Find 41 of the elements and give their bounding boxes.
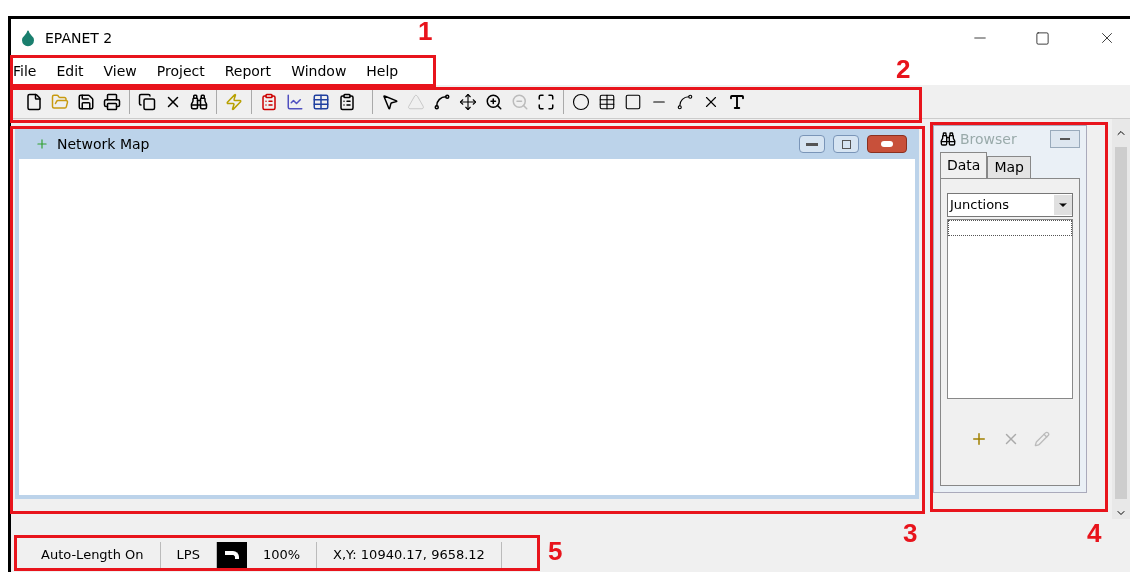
map-window-title: Network Map: [57, 134, 150, 154]
binoculars-icon: [940, 131, 956, 147]
menu-item[interactable]: Edit: [56, 60, 84, 82]
callout-number: 2: [896, 56, 911, 82]
text-tool-icon[interactable]: [728, 92, 746, 111]
menu-item[interactable]: View: [103, 60, 137, 82]
status-field: Auto-Length On: [25, 542, 161, 568]
item-list[interactable]: [947, 219, 1073, 399]
app-logo-icon: [19, 29, 37, 47]
callout-number: 5: [548, 538, 563, 564]
menu-item[interactable]: Project: [156, 60, 205, 82]
minimize-button[interactable]: [799, 135, 825, 153]
tab[interactable]: Data: [940, 152, 988, 178]
new-file-icon[interactable]: [25, 92, 43, 111]
tab[interactable]: Map: [987, 156, 1031, 178]
status-field: LPS: [160, 542, 217, 568]
scrollbar-thumb[interactable]: [1115, 147, 1127, 499]
menu-item[interactable]: Window: [291, 60, 347, 82]
dropdown[interactable]: Junctions: [947, 193, 1073, 217]
browser-title: Browser: [960, 129, 1017, 149]
restore-button[interactable]: [833, 135, 859, 153]
window-title: EPANET 2: [45, 28, 113, 48]
save-icon[interactable]: [77, 92, 95, 111]
menu-item[interactable]: Help: [366, 60, 399, 82]
menu-item[interactable]: File: [13, 60, 37, 82]
zoom-in-icon[interactable]: [485, 92, 503, 111]
graph-icon[interactable]: [286, 92, 304, 111]
callout-number: 4: [1087, 520, 1102, 546]
menu-item[interactable]: Report: [224, 60, 272, 82]
callout-number: 1: [418, 18, 433, 44]
callout-number: 3: [903, 520, 918, 546]
print-icon[interactable]: [103, 92, 121, 111]
pointer-icon[interactable]: [381, 92, 399, 111]
copy-icon[interactable]: [138, 92, 156, 111]
pan-icon[interactable]: [459, 92, 477, 111]
binoculars-icon[interactable]: [190, 92, 208, 111]
full-extent-icon[interactable]: [537, 92, 555, 111]
status-field: X,Y: 10940.17, 9658.12: [317, 542, 502, 568]
table-icon[interactable]: [312, 92, 330, 111]
maximize-icon[interactable]: [1035, 30, 1050, 46]
pipe-cursor-icon: [216, 542, 247, 568]
